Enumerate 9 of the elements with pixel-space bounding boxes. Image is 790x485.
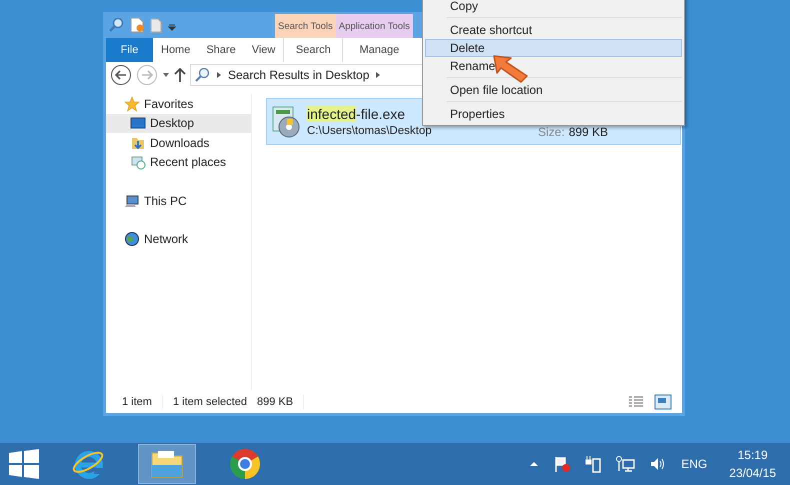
file-path: C:\Users\tomas\Desktop (307, 125, 433, 137)
address-path: Search Results in Desktop (228, 68, 370, 82)
context-tab-header: Application Tools (336, 14, 413, 38)
selection-size: 899 KB (256, 396, 294, 408)
context-tab-header: Search Tools (275, 14, 336, 38)
selection-info: 1 item selected (172, 396, 247, 408)
file-size: 899 KB (568, 125, 608, 139)
item-count: 1 item (122, 396, 152, 408)
size-label: Size: (538, 125, 565, 139)
